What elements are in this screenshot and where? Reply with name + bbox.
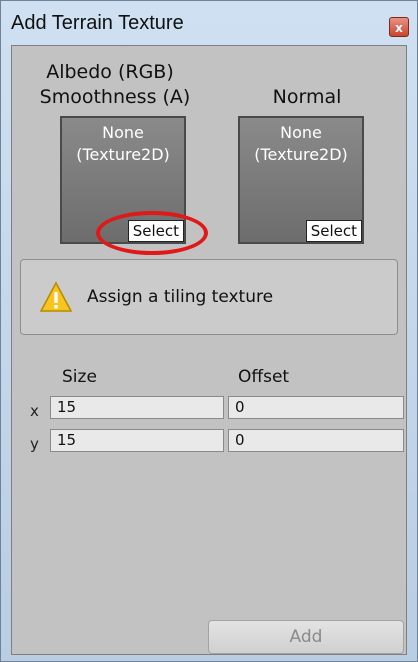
add-button[interactable]: Add [208,620,404,654]
add-terrain-texture-window: Add Terrain Texture x Albedo (RGB) Smoot… [0,0,418,662]
normal-slot-text: None (Texture2D) [254,123,348,164]
window-title: Add Terrain Texture [11,11,184,34]
x-label: x [30,402,39,420]
size-x-field[interactable]: 15 [50,396,224,419]
albedo-texture-slot[interactable]: None (Texture2D) Select [60,116,186,244]
albedo-slot-text: None (Texture2D) [76,123,170,164]
dialog-body: Albedo (RGB) Smoothness (A) Normal None … [11,45,407,655]
help-box: Assign a tiling texture [20,259,398,335]
normal-label: Normal [272,86,342,108]
close-button[interactable]: x [389,17,409,37]
albedo-select-button[interactable]: Select [127,220,184,242]
help-message: Assign a tiling texture [87,287,274,307]
offset-y-field[interactable]: 0 [228,429,404,452]
albedo-label-line2: Smoothness (A) [39,86,191,108]
normal-select-button[interactable]: Select [305,220,362,242]
y-label: y [30,435,39,453]
warning-icon [39,281,73,312]
size-header: Size [62,367,97,387]
offset-header: Offset [238,367,290,387]
albedo-label-line1: Albedo (RGB) [46,61,174,83]
normal-texture-slot[interactable]: None (Texture2D) Select [238,116,364,244]
title-bar[interactable]: Add Terrain Texture x [1,1,417,45]
size-y-field[interactable]: 15 [50,429,224,452]
offset-x-field[interactable]: 0 [228,396,404,419]
